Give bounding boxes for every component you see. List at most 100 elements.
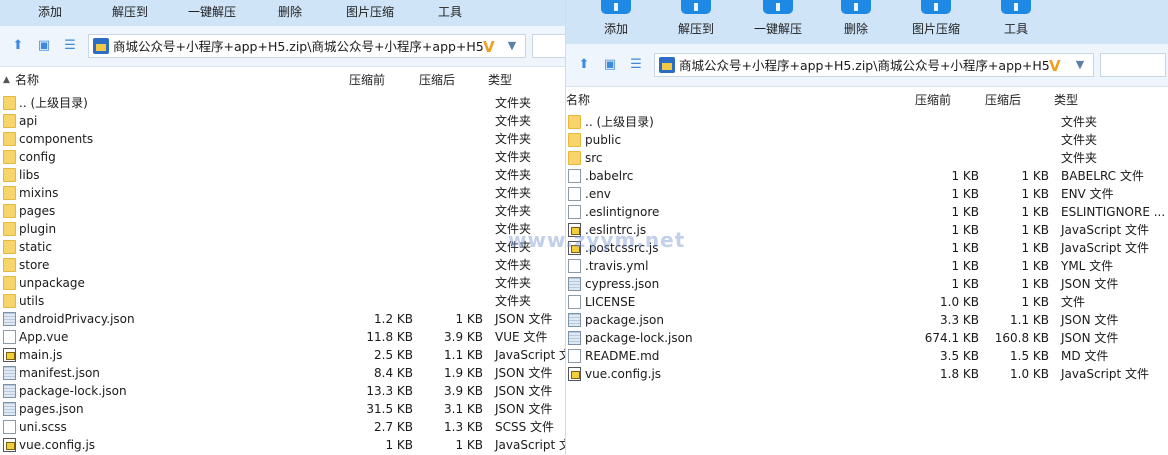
list-item[interactable]: vue.config.js 1.8 KB 1.0 KB JavaScript 文件 bbox=[566, 365, 1168, 383]
cell-after: 1.1 KB bbox=[444, 348, 483, 362]
cell-type: 文件夹 bbox=[495, 204, 532, 218]
cell-before: 674.1 KB bbox=[924, 331, 979, 345]
cell-after: 3.1 KB bbox=[444, 402, 483, 416]
list-item[interactable]: LICENSE 1.0 KB 1 KB 文件 bbox=[566, 293, 1168, 311]
list-item[interactable]: cypress.json 1 KB 1 KB JSON 文件 bbox=[566, 275, 1168, 293]
list-item[interactable]: .. (上级目录) 文件夹 bbox=[0, 94, 566, 112]
list-item[interactable]: config 文件夹 bbox=[0, 148, 566, 166]
file-icon bbox=[3, 330, 16, 344]
path-field[interactable]: 商城公众号+小程序+app+H5.zip\商城公众号+小程序+app+H5\原 … bbox=[88, 34, 526, 58]
json-file-icon bbox=[3, 366, 16, 380]
list-item[interactable]: manifest.json 8.4 KB 1.9 KB JSON 文件 bbox=[0, 364, 566, 382]
list-item[interactable]: package-lock.json 674.1 KB 160.8 KB JSON 文件 bbox=[566, 329, 1168, 347]
column-header: 名称 压缩前 压缩后 类型 bbox=[566, 91, 1168, 109]
list-item[interactable]: .eslintignore 1 KB 1 KB ESLINTIGNORE ... bbox=[566, 203, 1168, 221]
image-compress-label: 图片压缩 bbox=[911, 22, 960, 36]
list-item[interactable]: public 文件夹 bbox=[566, 131, 1168, 149]
column-type[interactable]: 类型 bbox=[488, 71, 512, 89]
cell-name: static bbox=[19, 240, 52, 254]
list-item[interactable]: api 文件夹 bbox=[0, 112, 566, 130]
cell-after: 3.9 KB bbox=[444, 330, 483, 344]
image-compress-button[interactable]: 图片压缩 bbox=[906, 0, 966, 42]
thumbnail-view-icon[interactable]: ▣ bbox=[36, 38, 52, 54]
add-button[interactable]: 添加 bbox=[30, 3, 70, 21]
list-item[interactable]: libs 文件夹 bbox=[0, 166, 566, 184]
list-item[interactable]: pages.json 31.5 KB 3.1 KB JSON 文件 bbox=[0, 400, 566, 418]
cell-type: 文件夹 bbox=[495, 186, 532, 200]
list-item[interactable]: .travis.yml 1 KB 1 KB YML 文件 bbox=[566, 257, 1168, 275]
list-item[interactable]: README.md 3.5 KB 1.5 KB MD 文件 bbox=[566, 347, 1168, 365]
file-icon bbox=[568, 187, 581, 201]
file-list: .. (上级目录) 文件夹 api 文件夹 components 文件夹 config 文件夹… bbox=[0, 94, 566, 454]
list-view-icon[interactable]: ☰ bbox=[62, 38, 78, 54]
delete-button[interactable]: 删除 bbox=[270, 3, 310, 21]
cell-before: 2.5 KB bbox=[374, 348, 413, 362]
list-item[interactable]: src 文件夹 bbox=[566, 149, 1168, 167]
folder-icon bbox=[3, 96, 16, 110]
column-before[interactable]: 压缩前 bbox=[915, 91, 951, 109]
list-item[interactable]: .. (上级目录) 文件夹 bbox=[566, 113, 1168, 131]
list-item[interactable]: .babelrc 1 KB 1 KB BABELRC 文件 bbox=[566, 167, 1168, 185]
column-name[interactable]: 名称 bbox=[566, 91, 590, 109]
up-arrow-icon[interactable]: ⬆ bbox=[576, 57, 592, 73]
column-after[interactable]: 压缩后 bbox=[419, 71, 455, 89]
chevron-down-icon[interactable]: ▼ bbox=[1073, 56, 1087, 74]
add-button[interactable]: 添加 bbox=[596, 0, 636, 42]
list-item[interactable]: plugin 文件夹 bbox=[0, 220, 566, 238]
one-click-extract-button[interactable]: 一键解压 bbox=[746, 0, 810, 42]
path-field[interactable]: 商城公众号+小程序+app+H5.zip\商城公众号+小程序+app+H5\原 … bbox=[654, 53, 1094, 77]
list-item[interactable]: unpackage 文件夹 bbox=[0, 274, 566, 292]
cell-name: pages.json bbox=[19, 402, 84, 416]
tools-button[interactable]: 工具 bbox=[996, 0, 1036, 42]
list-item[interactable]: uni.scss 2.7 KB 1.3 KB SCSS 文件 bbox=[0, 418, 566, 436]
vip-mark-icon: V bbox=[1049, 57, 1061, 75]
delete-label: 删除 bbox=[843, 22, 868, 36]
list-item[interactable]: package-lock.json 13.3 KB 3.9 KB JSON 文件 bbox=[0, 382, 566, 400]
cell-name: App.vue bbox=[19, 330, 69, 344]
list-item[interactable]: mixins 文件夹 bbox=[0, 184, 566, 202]
list-item[interactable]: utils 文件夹 bbox=[0, 292, 566, 310]
up-arrow-icon[interactable]: ⬆ bbox=[10, 38, 26, 54]
folder-icon bbox=[3, 186, 16, 200]
list-item[interactable]: package.json 3.3 KB 1.1 KB JSON 文件 bbox=[566, 311, 1168, 329]
cell-name: .eslintignore bbox=[585, 205, 660, 219]
cell-after: 1.0 KB bbox=[1010, 367, 1049, 381]
extract-to-button[interactable]: 解压到 bbox=[668, 0, 724, 42]
delete-button[interactable]: 删除 bbox=[836, 0, 876, 42]
list-item[interactable]: main.js 2.5 KB 1.1 KB JavaScript 文 bbox=[0, 346, 566, 364]
cell-name: config bbox=[19, 150, 56, 164]
column-after[interactable]: 压缩后 bbox=[985, 91, 1021, 109]
cell-after: 1.3 KB bbox=[444, 420, 483, 434]
list-item[interactable]: App.vue 11.8 KB 3.9 KB VUE 文件 bbox=[0, 328, 566, 346]
list-view-icon[interactable]: ☰ bbox=[628, 57, 644, 73]
json-file-icon bbox=[3, 384, 16, 398]
js-file-icon bbox=[3, 348, 16, 362]
list-item[interactable]: store 文件夹 bbox=[0, 256, 566, 274]
one-click-extract-button[interactable]: 一键解压 bbox=[180, 3, 244, 21]
cell-before: 1 KB bbox=[951, 241, 979, 255]
list-item[interactable]: static 文件夹 bbox=[0, 238, 566, 256]
tools-button[interactable]: 工具 bbox=[430, 3, 470, 21]
list-item[interactable]: vue.config.js 1 KB 1 KB JavaScript 文 bbox=[0, 436, 566, 454]
column-before[interactable]: 压缩前 bbox=[349, 71, 385, 89]
list-item[interactable]: androidPrivacy.json 1.2 KB 1 KB JSON 文件 bbox=[0, 310, 566, 328]
list-item[interactable]: pages 文件夹 bbox=[0, 202, 566, 220]
thumbnail-view-icon[interactable]: ▣ bbox=[602, 57, 618, 73]
chevron-down-icon[interactable]: ▼ bbox=[505, 37, 519, 55]
column-type[interactable]: 类型 bbox=[1054, 91, 1078, 109]
folder-icon bbox=[568, 133, 581, 147]
image-compress-button[interactable]: 图片压缩 bbox=[340, 3, 400, 21]
search-input[interactable] bbox=[532, 34, 566, 58]
search-input[interactable] bbox=[1100, 53, 1166, 77]
watermark: www.zyym.net bbox=[508, 228, 686, 252]
cell-type: 文件 bbox=[1061, 295, 1086, 309]
folder-icon bbox=[3, 114, 16, 128]
folder-icon bbox=[3, 276, 16, 290]
list-item[interactable]: .env 1 KB 1 KB ENV 文件 bbox=[566, 185, 1168, 203]
cell-name: package.json bbox=[585, 313, 665, 327]
cell-name: vue.config.js bbox=[585, 367, 662, 381]
list-item[interactable]: components 文件夹 bbox=[0, 130, 566, 148]
extract-to-button[interactable]: 解压到 bbox=[102, 3, 158, 21]
js-file-icon bbox=[3, 438, 16, 452]
column-name[interactable]: 名称 bbox=[15, 71, 39, 89]
